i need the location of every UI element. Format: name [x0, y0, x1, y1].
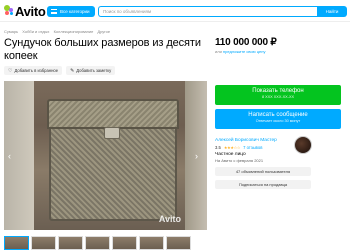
photo-gallery[interactable]: ‹ › Avito — [4, 81, 207, 230]
breadcrumb-item[interactable]: Другое — [97, 29, 110, 34]
rating-stars-icon: ★★★☆☆ — [223, 145, 241, 150]
breadcrumb-item[interactable]: Коллекционирование — [54, 29, 94, 34]
price-suggest: или предложите свою цену — [215, 49, 265, 54]
follow-seller-button[interactable]: Подписаться на продавца — [215, 180, 311, 189]
chest-lid — [47, 99, 179, 129]
top-bar: Avito Все категории Поиск по объявлениям… — [0, 0, 350, 22]
rating-value: 3.5 — [215, 145, 221, 150]
write-message-label: Написать сообщение — [248, 112, 308, 118]
price: 110 000 000 ₽ — [215, 37, 277, 48]
search-placeholder: Поиск по объявлениям — [103, 9, 152, 14]
suggest-price-link[interactable]: предложите свою цену — [223, 49, 266, 54]
breadcrumb-item[interactable]: Хобби и отдых — [22, 29, 49, 34]
reviews-link[interactable]: 7 отзывов — [243, 145, 262, 150]
response-time: Отвечает около 30 минут — [255, 119, 301, 123]
seller-rating: 3.5 ★★★☆☆ 7 отзывов — [215, 145, 262, 150]
favorite-label: Добавить в избранное — [14, 68, 59, 73]
breadcrumb: Сумарь Хобби и отдых Коллекционирование … — [4, 29, 113, 34]
listing-title: Сундучок больших размеров из десяти копе… — [4, 37, 201, 62]
note-icon: ✎ — [70, 67, 75, 74]
breadcrumb-item[interactable]: Сумарь — [4, 29, 18, 34]
user-ads-button[interactable]: 47 объявлений пользователя — [215, 167, 311, 176]
heart-icon: ♡ — [8, 67, 13, 74]
price-suggest-prefix: или — [215, 49, 223, 54]
avito-logo[interactable]: Avito — [4, 3, 46, 19]
show-phone-button[interactable]: Показать телефон 8 XXX XXX-XX-XX — [215, 85, 341, 105]
seller-type: Частное лицо — [215, 152, 246, 157]
seller-avatar[interactable] — [294, 136, 312, 154]
menu-icon — [51, 9, 57, 14]
logo-dots-icon — [4, 5, 14, 17]
logo-text: Avito — [15, 3, 46, 19]
search-button[interactable]: Найти — [317, 6, 347, 17]
chest-lock — [104, 127, 120, 139]
all-categories-label: Все категории — [60, 9, 90, 14]
add-note-button[interactable]: ✎ Добавить заметку — [66, 66, 116, 75]
chevron-right-icon[interactable]: › — [195, 151, 198, 161]
search-input[interactable]: Поиск по объявлениям — [98, 6, 317, 17]
add-to-favorites-button[interactable]: ♡ Добавить в избранное — [4, 66, 63, 75]
chevron-left-icon[interactable]: ‹ — [8, 151, 11, 161]
note-label: Добавить заметку — [76, 68, 112, 73]
seller-since: На Авито с февраля 2021 — [215, 158, 264, 163]
all-categories-button[interactable]: Все категории — [47, 6, 95, 17]
avito-watermark: Avito — [158, 214, 181, 224]
phone-mask: 8 XXX XXX-XX-XX — [261, 95, 295, 99]
show-phone-label: Показать телефон — [252, 88, 304, 94]
listing-actions: ♡ Добавить в избранное ✎ Добавить заметк… — [4, 66, 116, 75]
seller-name-link[interactable]: Алексей Борисович Мастер — [215, 138, 277, 143]
write-message-button[interactable]: Написать сообщение Отвечает около 30 мин… — [215, 109, 341, 129]
